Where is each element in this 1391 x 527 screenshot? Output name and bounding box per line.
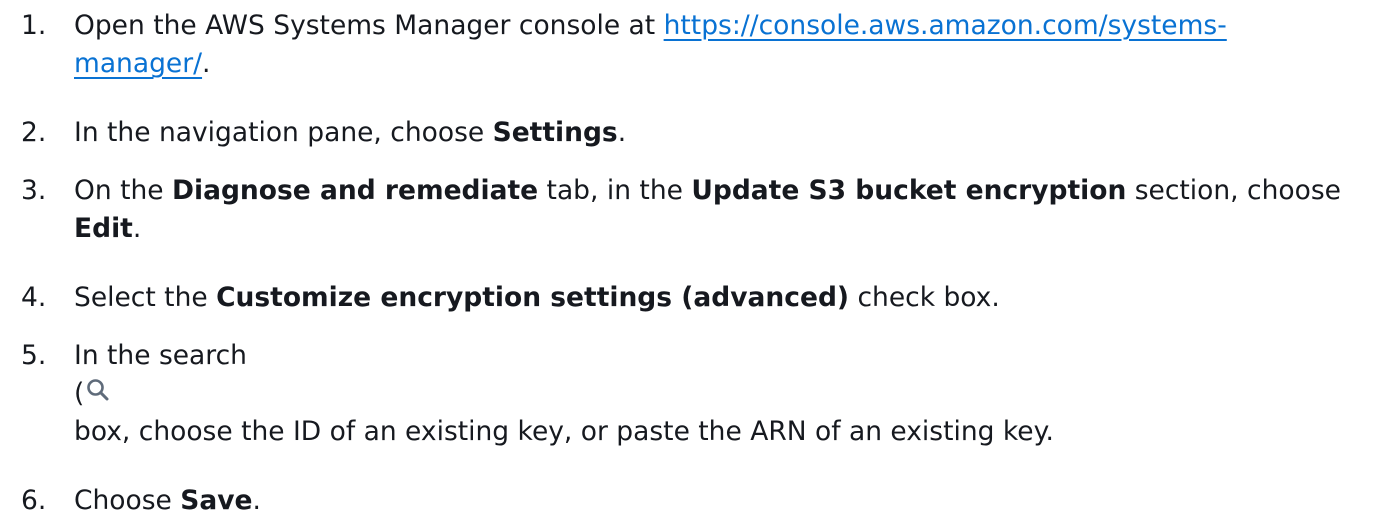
ui-term-update-s3-bucket-encryption: Update S3 bucket encryption xyxy=(691,175,1127,206)
systems-manager-console-link-continued[interactable]: manager/ xyxy=(74,48,202,79)
step-text-after: . xyxy=(617,117,627,148)
step-number: 5. xyxy=(21,340,47,371)
search-icon xyxy=(85,377,111,403)
step-text-before: Open the AWS Systems Manager console at xyxy=(74,10,664,41)
step-text-after: . xyxy=(132,213,142,244)
step-number: 3. xyxy=(21,175,47,206)
step-text-before: In the navigation pane, choose xyxy=(74,117,493,148)
step-text: In the search ( box, choose the ID of an… xyxy=(74,337,1391,451)
ui-term-customize-encryption-settings: Customize encryption settings (advanced) xyxy=(216,282,850,313)
step-number: 4. xyxy=(21,282,47,313)
step-text-before: Choose xyxy=(74,485,181,516)
step-text: On the Diagnose and remediate tab, in th… xyxy=(74,172,1391,248)
step-text-after: . xyxy=(252,485,261,516)
step-text-line1: In the search xyxy=(74,340,247,371)
step-text-mid: tab, in the xyxy=(538,175,692,206)
systems-manager-console-link[interactable]: https://console.aws.amazon.com/systems- xyxy=(664,10,1227,41)
step-text-mid2: section, choose xyxy=(1126,175,1341,206)
open-paren: ( xyxy=(74,378,85,409)
step-text: Select the Customize encryption settings… xyxy=(74,279,1391,317)
step-number: 1. xyxy=(21,10,47,41)
step-text: In the navigation pane, choose Settings. xyxy=(74,114,1391,152)
step-text-line3: box, choose the ID of an existing key, o… xyxy=(74,416,1054,447)
step-text: Choose Save. xyxy=(74,482,1391,520)
step-text-after: check box. xyxy=(849,282,1000,313)
step-number: 2. xyxy=(21,117,47,148)
step-text-after: . xyxy=(202,48,211,79)
ui-term-settings: Settings xyxy=(492,117,618,148)
ui-term-diagnose-and-remediate: Diagnose and remediate xyxy=(172,175,539,206)
step-number: 6. xyxy=(21,485,47,516)
step-text-before: Select the xyxy=(74,282,217,313)
ui-term-edit: Edit xyxy=(74,213,133,244)
ui-term-save: Save xyxy=(180,485,253,516)
step-text-before: On the xyxy=(74,175,172,206)
step-text: Open the AWS Systems Manager console at … xyxy=(74,7,1391,83)
